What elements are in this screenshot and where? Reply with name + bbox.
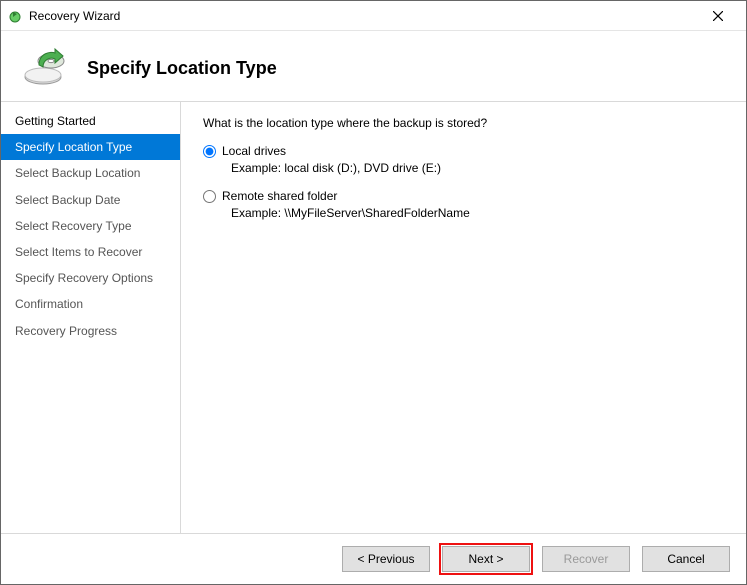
option-local-drives: Local drives Example: local disk (D:), D… [203, 144, 724, 175]
sidebar-step-specify-location-type[interactable]: Specify Location Type [1, 134, 180, 160]
option-remote-folder: Remote shared folder Example: \\MyFileSe… [203, 189, 724, 220]
sidebar-step-select-recovery-type[interactable]: Select Recovery Type [1, 213, 180, 239]
close-button[interactable] [698, 2, 738, 30]
prompt-text: What is the location type where the back… [203, 116, 724, 130]
page-heading: Specify Location Type [87, 58, 277, 79]
sidebar-step-select-backup-location[interactable]: Select Backup Location [1, 160, 180, 186]
sidebar-step-specify-recovery-options[interactable]: Specify Recovery Options [1, 265, 180, 291]
sidebar: Getting Started Specify Location Type Se… [1, 102, 181, 533]
content-pane: What is the location type where the back… [181, 102, 746, 533]
sidebar-step-select-items[interactable]: Select Items to Recover [1, 239, 180, 265]
option-local-drives-label[interactable]: Local drives [203, 144, 724, 158]
wizard-window: Recovery Wizard Specify Location Type Ge… [0, 0, 747, 585]
app-icon [7, 8, 23, 24]
sidebar-step-recovery-progress[interactable]: Recovery Progress [1, 318, 180, 344]
recovery-disc-icon [21, 39, 69, 87]
titlebar: Recovery Wizard [1, 1, 746, 31]
option-remote-folder-label[interactable]: Remote shared folder [203, 189, 724, 203]
previous-button[interactable]: < Previous [342, 546, 430, 572]
header: Specify Location Type [1, 31, 746, 101]
radio-remote-folder[interactable] [203, 190, 216, 203]
option-local-drives-example: Example: local disk (D:), DVD drive (E:) [231, 161, 724, 175]
footer: < Previous Next > Recover Cancel [1, 533, 746, 584]
close-icon [713, 11, 723, 21]
recover-button: Recover [542, 546, 630, 572]
sidebar-step-getting-started[interactable]: Getting Started [1, 108, 180, 134]
body: Getting Started Specify Location Type Se… [1, 101, 746, 533]
cancel-button[interactable]: Cancel [642, 546, 730, 572]
window-title: Recovery Wizard [29, 9, 698, 23]
option-local-drives-text: Local drives [222, 144, 286, 158]
next-button[interactable]: Next > [442, 546, 530, 572]
radio-local-drives[interactable] [203, 145, 216, 158]
sidebar-step-select-backup-date[interactable]: Select Backup Date [1, 187, 180, 213]
option-remote-folder-example: Example: \\MyFileServer\SharedFolderName [231, 206, 724, 220]
sidebar-step-confirmation[interactable]: Confirmation [1, 291, 180, 317]
option-remote-folder-text: Remote shared folder [222, 189, 337, 203]
